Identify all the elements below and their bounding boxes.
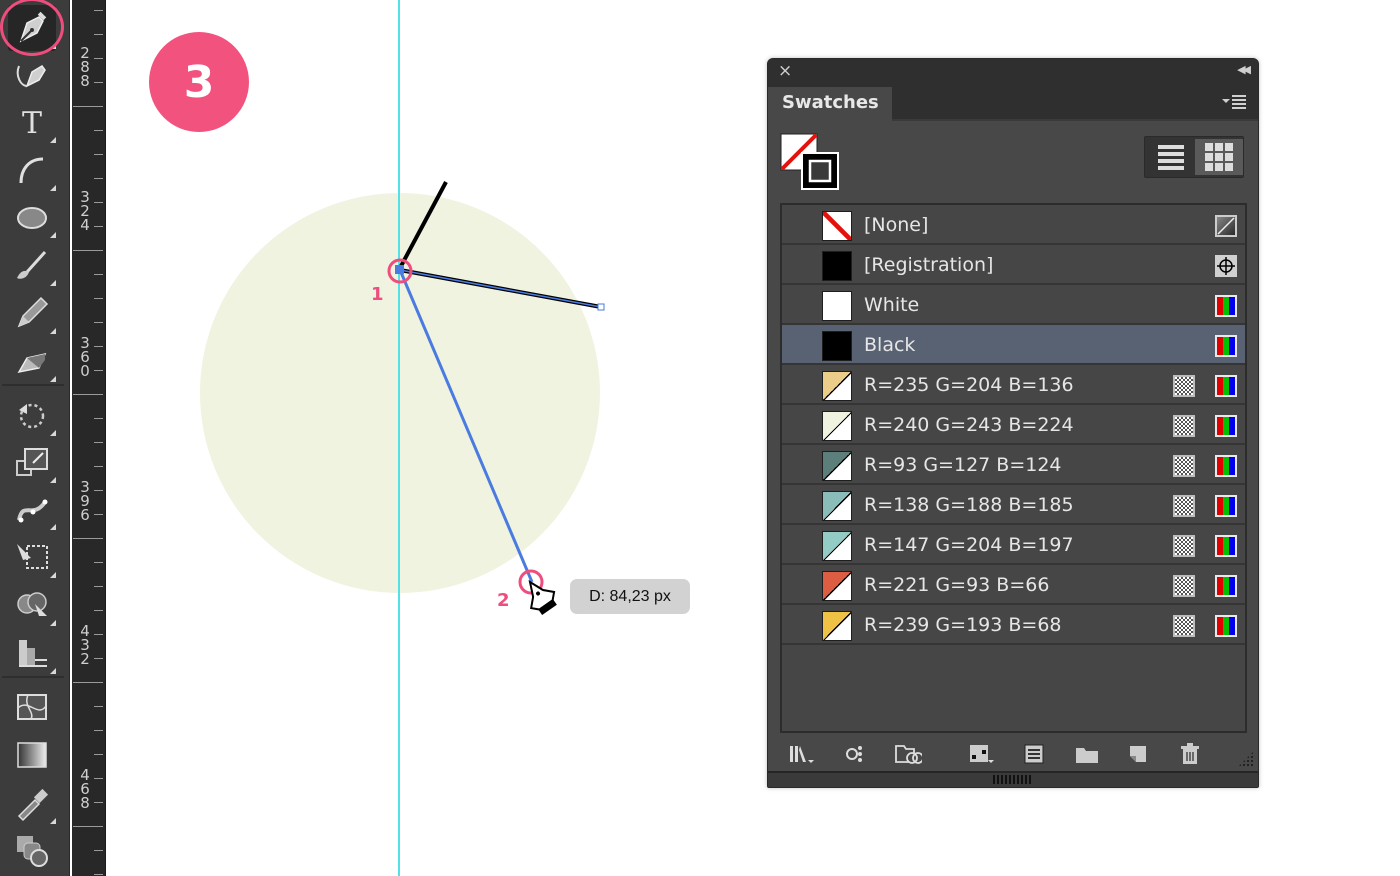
new-swatch-button[interactable] [1122, 739, 1158, 769]
delete-swatch-button[interactable] [1174, 739, 1210, 769]
new-color-group-button[interactable] [1018, 739, 1054, 769]
swatch-name: White [864, 294, 920, 316]
swatch-row[interactable]: R=93 G=127 B=124 [782, 445, 1245, 485]
rgb-mode-icon [1215, 295, 1237, 317]
swatch-row[interactable]: Black [782, 325, 1245, 365]
distance-tooltip: D: 84,23 px [570, 579, 690, 614]
step-number-badge: 3 [149, 32, 249, 132]
rgb-mode-icon [1215, 535, 1237, 557]
rgb-mode-icon [1215, 415, 1237, 437]
swatch-row[interactable]: R=138 G=188 B=185 [782, 485, 1245, 525]
anchor-point-1[interactable] [395, 265, 404, 274]
swatch-row[interactable]: R=239 G=193 B=68 [782, 605, 1245, 645]
grip-icon [993, 775, 1033, 784]
swatch-row[interactable]: R=221 G=93 B=66 [782, 565, 1245, 605]
show-swatch-kinds-icon [846, 746, 862, 762]
global-color-icon [1173, 575, 1195, 597]
fill-stroke-indicator[interactable] [780, 133, 840, 193]
swatch-color-chip [822, 411, 852, 441]
rgb-mode-icon [1215, 615, 1237, 637]
swatch-list[interactable]: [None] [Registration] White Black R=235 G=20… [780, 203, 1247, 733]
panel-footer [768, 739, 1258, 773]
list-view-icon [1158, 145, 1184, 170]
global-color-icon [1173, 375, 1195, 397]
illustrator-workspace: T 288 324 360 396 432 468 3 1 2 D: 84,23 px ×… [0, 0, 1400, 876]
anchor-label-2: 2 [497, 590, 510, 611]
swatch-name: R=147 G=204 B=197 [864, 534, 1074, 556]
panel-tab-bar: Swatches [768, 85, 1258, 121]
swatch-color-chip [822, 291, 852, 321]
panel-menu-icon[interactable] [1220, 93, 1248, 111]
swatch-name: R=239 G=193 B=68 [864, 614, 1062, 636]
global-color-icon [1173, 455, 1195, 477]
swatch-options-button[interactable] [964, 739, 1000, 769]
open-folder-icon [1076, 748, 1098, 763]
swatch-name: R=240 G=243 B=224 [864, 414, 1074, 436]
close-icon[interactable]: × [778, 62, 792, 80]
swatch-row[interactable]: [Registration] [782, 245, 1245, 285]
swatch-color-chip [822, 451, 852, 481]
global-color-icon [1173, 495, 1195, 517]
swatch-row[interactable]: R=235 G=204 B=136 [782, 365, 1245, 405]
global-color-icon [1173, 615, 1195, 637]
swatch-name: R=235 G=204 B=136 [864, 374, 1074, 396]
swatch-color-chip [822, 531, 852, 561]
anchor-label-1: 1 [371, 284, 384, 305]
swatch-color-chip [822, 251, 852, 281]
swatch-color-chip [822, 371, 852, 401]
swatch-name: [Registration] [864, 254, 994, 276]
none-type-icon [1215, 215, 1237, 237]
swatch-libraries-button[interactable] [784, 739, 820, 769]
swatch-row[interactable]: R=147 G=204 B=197 [782, 525, 1245, 565]
new-color-group-icon [1024, 744, 1044, 764]
open-folder-button[interactable] [1070, 739, 1106, 769]
rgb-mode-icon [1215, 495, 1237, 517]
thumbnail-view-button[interactable] [1195, 139, 1243, 175]
show-swatch-kinds-button[interactable] [840, 739, 876, 769]
rgb-mode-icon [1215, 455, 1237, 477]
collapse-icon[interactable]: ◀◀ [1237, 63, 1251, 76]
grid-view-icon [1205, 143, 1233, 171]
tab-swatches[interactable]: Swatches [768, 87, 892, 121]
swatch-color-chip [822, 211, 852, 241]
direction-point-handle[interactable] [597, 303, 605, 311]
panel-titlebar[interactable]: × ◀◀ [768, 59, 1258, 85]
global-color-icon [1173, 415, 1195, 437]
swatch-options-icon [970, 745, 994, 763]
global-color-icon [1173, 535, 1195, 557]
swatch-color-chip [822, 331, 852, 361]
swatch-libraries-icon [790, 746, 814, 763]
swatch-name: R=221 G=93 B=66 [864, 574, 1050, 596]
swatches-panel: × ◀◀ Swatches [None] [Registration] Whit… [767, 58, 1259, 788]
new-swatch-icon [1130, 746, 1146, 762]
rgb-mode-icon [1215, 335, 1237, 357]
swatch-name: R=138 G=188 B=185 [864, 494, 1074, 516]
registration-target-icon [1215, 255, 1237, 277]
swatch-name: R=93 G=127 B=124 [864, 454, 1062, 476]
cc-libraries-button[interactable] [890, 739, 926, 769]
swatch-row[interactable]: [None] [782, 205, 1245, 245]
swatch-name: [None] [864, 214, 929, 236]
swatch-row[interactable]: R=240 G=243 B=224 [782, 405, 1245, 445]
swatch-color-chip [822, 611, 852, 641]
rgb-mode-icon [1215, 575, 1237, 597]
swatch-row[interactable]: White [782, 285, 1245, 325]
swatch-color-chip [822, 491, 852, 521]
view-mode-toggle [1144, 136, 1244, 178]
swatch-color-chip [822, 571, 852, 601]
delete-swatch-icon [1181, 743, 1199, 764]
list-view-button[interactable] [1147, 139, 1195, 175]
cc-libraries-icon [895, 745, 922, 764]
panel-resize-bar[interactable] [768, 771, 1258, 787]
swatch-name: Black [864, 334, 916, 356]
rgb-mode-icon [1215, 375, 1237, 397]
pen-cursor-icon [528, 579, 557, 616]
